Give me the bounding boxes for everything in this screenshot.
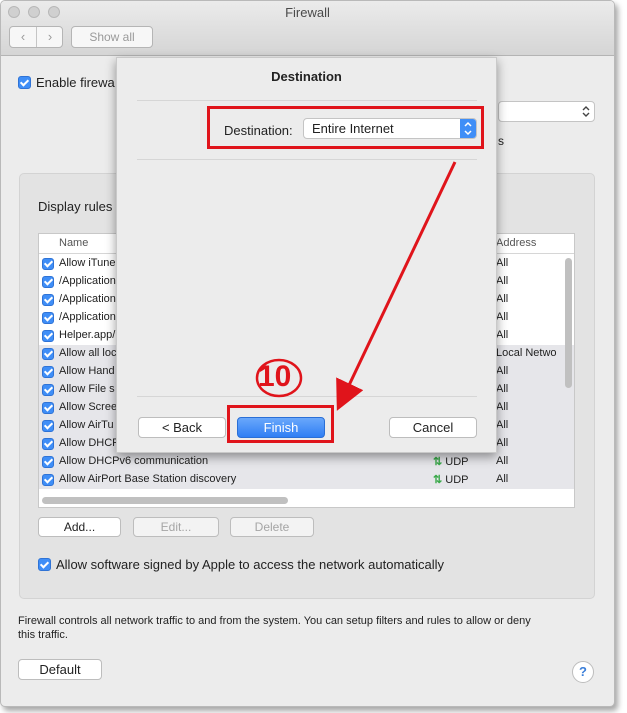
step-number: 10: [258, 360, 292, 393]
annotation-arrow-icon: [255, 161, 457, 411]
